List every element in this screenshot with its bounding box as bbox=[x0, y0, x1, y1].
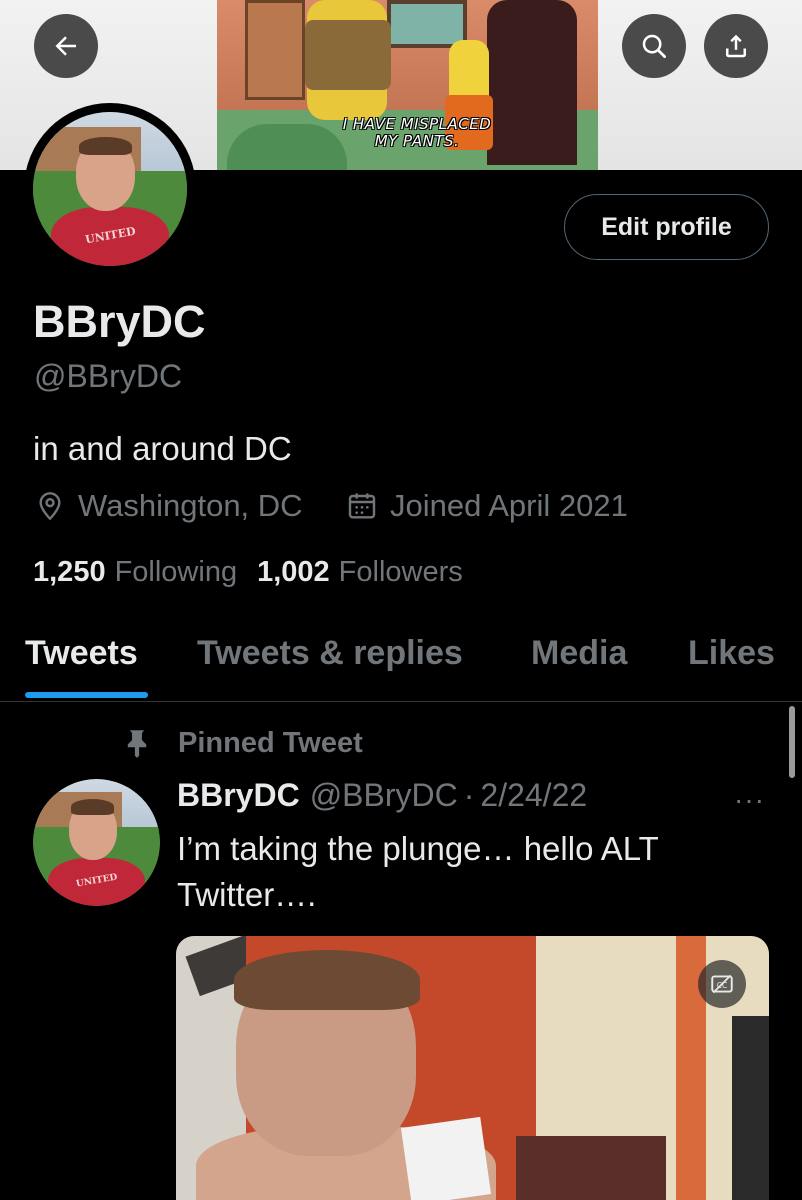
tab-media[interactable]: Media bbox=[531, 634, 627, 673]
back-button[interactable] bbox=[34, 14, 98, 78]
tab-tweets[interactable]: Tweets bbox=[25, 634, 138, 673]
profile-display-name: BBryDC bbox=[33, 296, 206, 347]
share-icon bbox=[726, 34, 746, 58]
profile-location: Washington, DC bbox=[34, 488, 303, 524]
tweet-avatar-hair bbox=[71, 799, 115, 815]
banner-caption: I HAVE MISPLACED MY PANTS. bbox=[297, 116, 537, 150]
tweet-avatar-photo: UNITED bbox=[33, 779, 160, 906]
calendar-icon bbox=[348, 493, 376, 519]
avatar-hair bbox=[79, 136, 132, 156]
profile-joined: Joined April 2021 bbox=[346, 488, 628, 524]
tweet-separator: · bbox=[463, 777, 475, 813]
profile-handle: @BBryDC bbox=[34, 358, 183, 394]
media-book bbox=[516, 1136, 666, 1200]
followers-count: 1,002 bbox=[257, 556, 330, 588]
banner-character-bart bbox=[449, 40, 489, 100]
tab-tweets-replies[interactable]: Tweets & replies bbox=[197, 634, 463, 673]
location-text: Washington, DC bbox=[78, 488, 303, 523]
active-tab-indicator bbox=[25, 692, 148, 698]
edit-profile-button[interactable]: Edit profile bbox=[564, 194, 769, 260]
tweet-author-handle[interactable]: @BBryDC bbox=[310, 777, 458, 814]
follow-counts: 1,250 Following 1,002 Followers bbox=[33, 556, 483, 589]
banner-caption-line2: MY PANTS. bbox=[374, 132, 460, 150]
media-paper bbox=[400, 1116, 492, 1200]
banner-image: I HAVE MISPLACED MY PANTS. bbox=[217, 0, 598, 170]
banner-door bbox=[245, 0, 305, 100]
avatar-photo: UNITED bbox=[33, 112, 187, 266]
profile-avatar[interactable]: UNITED bbox=[24, 103, 196, 275]
banner-pants bbox=[305, 20, 391, 90]
tweet-media-video[interactable]: CC bbox=[176, 936, 769, 1200]
followers-link[interactable]: 1,002 Followers bbox=[257, 556, 463, 589]
search-button[interactable] bbox=[622, 14, 686, 78]
tweet-date[interactable]: 2/24/22 bbox=[480, 777, 587, 814]
arrow-left-icon bbox=[55, 36, 76, 56]
profile-bio: in and around DC bbox=[33, 430, 292, 467]
closed-captions-icon: CC bbox=[711, 974, 733, 994]
media-door bbox=[732, 1016, 769, 1200]
following-label: Following bbox=[114, 556, 238, 588]
tweet-avatar[interactable]: UNITED bbox=[33, 779, 160, 906]
following-link[interactable]: 1,250 Following bbox=[33, 556, 237, 589]
banner-caption-line1: I HAVE MISPLACED bbox=[342, 115, 492, 133]
tab-likes[interactable]: Likes bbox=[688, 634, 775, 673]
location-pin-icon bbox=[39, 492, 61, 521]
followers-label: Followers bbox=[338, 556, 463, 588]
tweet-author-name[interactable]: BBryDC bbox=[177, 777, 300, 814]
scrollbar[interactable] bbox=[789, 706, 795, 778]
pinned-tweet-text: Pinned Tweet bbox=[178, 726, 363, 759]
tweet-header: BBryDC @BBryDC · 2/24/22 bbox=[177, 777, 587, 814]
search-icon bbox=[642, 34, 666, 58]
share-button[interactable] bbox=[704, 14, 768, 78]
pinned-tweet-label: Pinned Tweet bbox=[120, 726, 363, 760]
captions-button[interactable]: CC bbox=[698, 960, 746, 1008]
media-person-hair bbox=[234, 950, 420, 1010]
joined-text: Joined April 2021 bbox=[390, 488, 628, 523]
banner-window bbox=[387, 0, 467, 48]
tweet-body: I’m taking the plunge… hello ALT Twitter… bbox=[177, 830, 659, 913]
pin-icon bbox=[127, 730, 147, 758]
more-options-icon[interactable]: ··· bbox=[734, 784, 765, 816]
following-count: 1,250 bbox=[33, 556, 106, 588]
